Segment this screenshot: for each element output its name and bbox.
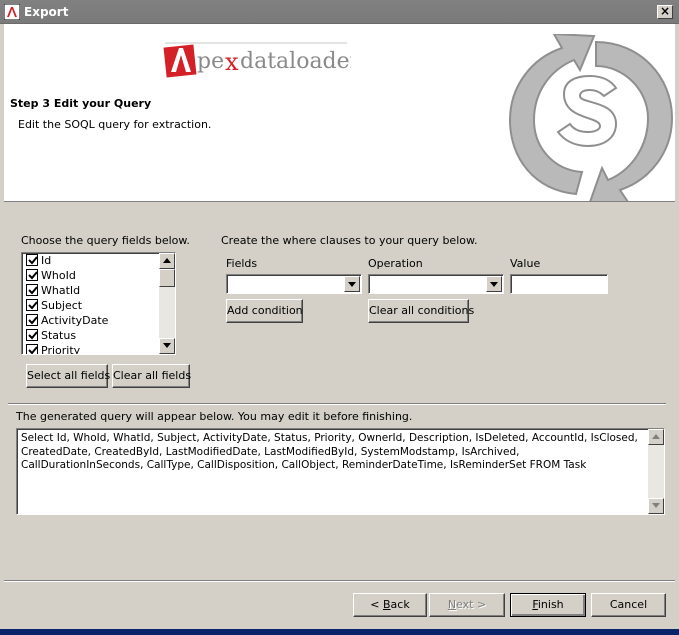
dropdown-arrow-button[interactable]: [486, 276, 502, 292]
back-button[interactable]: < Back: [353, 593, 427, 617]
apex-dataloader-logo: pe x dataloader: [163, 42, 351, 78]
operation-column-label: Operation: [368, 257, 423, 270]
list-item[interactable]: WhatId: [22, 283, 175, 298]
fields-scrollbar[interactable]: [159, 253, 175, 354]
list-item[interactable]: Priority: [22, 343, 175, 355]
step-title: Step 3 Edit your Query: [10, 97, 152, 110]
field-label: ActivityDate: [41, 314, 109, 327]
back-mnemonic: B: [383, 598, 391, 611]
list-item[interactable]: Id: [22, 253, 175, 268]
query-textarea[interactable]: Select Id, WhoId, WhatId, Subject, Activ…: [16, 428, 665, 515]
query-label: The generated query will appear below. Y…: [16, 410, 413, 423]
arrow-down-icon: [163, 343, 171, 348]
checkbox[interactable]: [26, 329, 38, 341]
app-icon: [4, 4, 20, 20]
fields-list-label: Choose the query fields below.: [21, 234, 190, 247]
field-label: Priority: [41, 344, 81, 355]
list-item[interactable]: Subject: [22, 298, 175, 313]
separator: [8, 403, 666, 405]
select-all-fields-button[interactable]: Select all fields: [26, 364, 110, 388]
add-condition-button[interactable]: Add condition: [226, 299, 303, 323]
scroll-down-button[interactable]: [648, 498, 664, 514]
scroll-up-button[interactable]: [159, 253, 175, 269]
step-description: Edit the SOQL query for extraction.: [18, 118, 212, 131]
arrow-up-icon: [163, 258, 171, 263]
where-clause-label: Create the where clauses to your query b…: [221, 234, 478, 247]
clear-all-fields-button[interactable]: Clear all fields: [112, 364, 191, 388]
checkbox[interactable]: [26, 314, 38, 326]
finish-button[interactable]: Finish: [510, 593, 586, 617]
title-bar: Export ×: [0, 0, 679, 24]
taskbar-edge: [0, 629, 679, 635]
value-input[interactable]: [510, 274, 608, 294]
checkmark-icon: [28, 331, 38, 340]
checkbox[interactable]: [26, 269, 38, 281]
refresh-logo-watermark: [508, 34, 674, 201]
next-rest: ext >: [456, 598, 487, 611]
field-label: Subject: [41, 299, 83, 312]
checkmark-icon: [28, 271, 38, 280]
checkbox[interactable]: [26, 254, 38, 266]
back-rest: ack: [390, 598, 410, 611]
window-title: Export: [24, 5, 69, 19]
list-item[interactable]: Status: [22, 328, 175, 343]
fields-column-label: Fields: [226, 257, 258, 270]
checkbox[interactable]: [26, 284, 38, 296]
dropdown-arrow-button[interactable]: [344, 276, 360, 292]
query-fields-list[interactable]: Id WhoId WhatId Subject ActivityDate Sta…: [21, 252, 176, 355]
checkmark-icon: [28, 346, 38, 354]
query-text[interactable]: Select Id, WhoId, WhatId, Subject, Activ…: [21, 432, 645, 473]
next-button[interactable]: Next >: [429, 593, 505, 617]
close-button[interactable]: ×: [657, 5, 673, 19]
checkmark-icon: [28, 301, 38, 310]
list-item[interactable]: WhoId: [22, 268, 175, 283]
value-column-label: Value: [510, 257, 541, 270]
svg-text:pe: pe: [197, 49, 224, 74]
scroll-thumb[interactable]: [159, 269, 175, 287]
chevron-down-icon: [490, 282, 498, 287]
query-scrollbar[interactable]: [648, 429, 664, 514]
field-label: Id: [41, 254, 52, 267]
arrow-down-icon: [652, 503, 660, 508]
next-mnemonic: N: [447, 598, 457, 611]
fields-dropdown[interactable]: [226, 274, 362, 294]
checkmark-icon: [28, 316, 38, 325]
wizard-header: pe x dataloader Step 3 Edit your Query E…: [4, 24, 675, 202]
list-item[interactable]: ActivityDate: [22, 313, 175, 328]
finish-rest: inish: [537, 598, 564, 611]
checkbox[interactable]: [26, 299, 38, 311]
arrow-up-icon: [652, 434, 660, 439]
checkbox[interactable]: [26, 344, 38, 354]
chevron-down-icon: [348, 282, 356, 287]
footer-separator: [4, 580, 675, 582]
clear-all-conditions-button[interactable]: Clear all conditions: [368, 299, 474, 323]
back-prefix: <: [370, 598, 383, 611]
svg-text:x: x: [225, 48, 239, 76]
field-label: Status: [41, 329, 77, 342]
svg-text:dataloader: dataloader: [240, 49, 351, 74]
operation-dropdown[interactable]: [368, 274, 504, 294]
close-icon: ×: [659, 4, 671, 18]
scroll-down-button[interactable]: [159, 338, 175, 354]
checkmark-icon: [28, 256, 38, 265]
field-label: WhoId: [41, 269, 76, 282]
cancel-button[interactable]: Cancel: [591, 593, 666, 617]
checkmark-icon: [28, 286, 38, 295]
scroll-up-button[interactable]: [648, 429, 664, 445]
field-label: WhatId: [41, 284, 81, 297]
